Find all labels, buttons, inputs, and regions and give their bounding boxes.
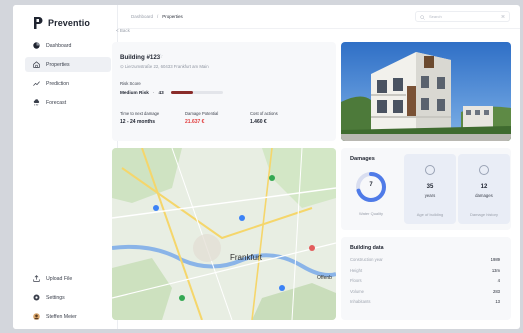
stat-label: Cost of actions: [250, 111, 278, 116]
logo-icon: [33, 16, 43, 30]
stat-value: 12 - 24 months: [120, 119, 156, 125]
stat-value: 1.460 €: [250, 119, 267, 125]
building-photo: [341, 42, 511, 141]
data-label: Height: [350, 267, 363, 273]
app-name: Preventio: [48, 18, 90, 28]
sidebar-item-label: Prediction: [46, 80, 70, 87]
damages-card: Damages 7 Water Quality 35 years Age of …: [341, 148, 511, 230]
stat-cost-of-actions: Cost of actions 1.460 €: [250, 111, 315, 125]
history-value: 12: [480, 184, 488, 190]
data-value: 1989: [490, 257, 500, 262]
sidebar-item-label: Forecast: [46, 99, 67, 106]
age-unit: years: [424, 193, 436, 198]
data-label: Floors: [350, 278, 362, 283]
building-data-list: Construction year 1989 Height 13m Floors…: [350, 257, 500, 310]
search-input[interactable]: Search ⌘: [415, 11, 510, 22]
data-value: 13m: [491, 267, 500, 273]
sidebar-item-label: Settings: [46, 294, 65, 301]
back-link[interactable]: < Back: [116, 28, 130, 33]
data-value: 13: [495, 299, 500, 304]
sidebar-item-prediction[interactable]: Prediction: [25, 76, 111, 91]
sidebar-item-upload-file[interactable]: Upload File: [25, 271, 111, 286]
sidebar-bottom: Upload File Settings Steffen Meier: [25, 271, 111, 328]
age-label: Age of building: [416, 212, 444, 217]
building-data-card: Building data Construction year 1989 Hei…: [341, 237, 511, 320]
sidebar-item-dashboard[interactable]: Dashboard: [25, 38, 111, 53]
building-stats: Time to next damage 12 - 24 months Damag…: [120, 111, 315, 125]
building-title: Building #123: [120, 54, 161, 61]
data-row-floors: Floors 4: [350, 278, 500, 289]
age-of-building-tile: 35 years Age of building: [404, 154, 456, 224]
sidebar-item-label: Upload File: [46, 275, 73, 282]
address-text: Lierzumstraße 22, 60433 Frankfurt am Mai…: [124, 64, 209, 69]
sidebar-item-user[interactable]: Steffen Meier: [25, 309, 111, 324]
risk-score-label: Risk Score: [120, 81, 141, 86]
trend-icon: [33, 80, 40, 87]
damages-title: Damages: [350, 156, 375, 162]
data-row-height: Height 13m: [350, 268, 500, 279]
risk-level: Medium Risk: [120, 90, 149, 95]
building-data-title: Building data: [350, 245, 384, 251]
water-quality-value: 7: [369, 182, 373, 188]
history-unit: damages: [475, 193, 493, 198]
search-icon: [420, 14, 425, 23]
damage-history-tile: 12 damages Damage history: [458, 154, 510, 224]
search-placeholder: Search: [429, 14, 442, 19]
stat-value: 21.637 €: [185, 119, 205, 125]
age-value: 35: [426, 184, 434, 190]
data-label: Construction year: [350, 257, 383, 262]
stat-label: Damage Potential: [185, 111, 219, 116]
stat-time-to-next-damage: Time to next damage 12 - 24 months: [120, 111, 185, 125]
history-icon: [479, 165, 489, 175]
search-shortcut: ⌘: [501, 14, 505, 19]
logo[interactable]: Preventio: [33, 16, 90, 30]
risk-score-row: Medium Risk · 43: [120, 90, 223, 95]
location-map[interactable]: Frankfurt Offenb: [112, 148, 336, 320]
breadcrumb-current: Properties: [162, 14, 183, 19]
user-name: Steffen Meier: [46, 313, 77, 320]
building-card: Building #123 ☆ ⊙ Lierzumstraße 22, 6043…: [112, 42, 336, 141]
location-pin-icon: ⊙: [120, 64, 124, 69]
risk-score-bar: [170, 91, 223, 94]
upload-icon: [33, 275, 40, 282]
risk-value: 43: [158, 90, 164, 95]
sidebar-item-properties[interactable]: Properties: [25, 57, 111, 72]
data-row-volume: Volume 283: [350, 289, 500, 300]
risk-score-bar-fill: [170, 91, 194, 94]
map-city-label: Frankfurt: [230, 253, 263, 262]
sidebar-nav: Dashboard Properties Prediction Forecast: [25, 38, 111, 114]
favorite-star-icon[interactable]: ☆: [158, 53, 163, 60]
building-address: ⊙ Lierzumstraße 22, 60433 Frankfurt am M…: [120, 64, 209, 70]
house-icon: [425, 165, 435, 175]
data-label: Volume: [350, 288, 364, 294]
risk-separator: ·: [152, 90, 155, 95]
history-label: Damage history: [469, 212, 498, 217]
breadcrumb-separator: /: [157, 14, 159, 19]
water-quality-label: Water Quality: [358, 211, 384, 216]
house-icon: [33, 61, 40, 68]
breadcrumb-dashboard[interactable]: Dashboard: [131, 14, 153, 19]
sidebar-item-label: Properties: [46, 61, 70, 68]
sidebar-item-forecast[interactable]: Forecast: [25, 95, 111, 110]
avatar: [33, 313, 40, 320]
data-value: 283: [493, 288, 500, 294]
sidebar-item-settings[interactable]: Settings: [25, 290, 111, 305]
stat-label: Time to next damage: [120, 111, 160, 116]
pie-chart-icon: [33, 42, 40, 49]
topbar: Dashboard / Properties Search ⌘: [118, 5, 520, 29]
stat-damage-potential: Damage Potential 21.637 €: [185, 111, 250, 125]
sidebar-item-label: Dashboard: [46, 42, 72, 49]
sidebar: Preventio Dashboard Properties Predictio…: [13, 5, 118, 329]
map-town-label: Offenb: [317, 275, 332, 281]
data-label: Inhabitants: [350, 299, 371, 304]
data-value: 4: [497, 278, 500, 283]
data-row-inhabitants: Inhabitants 13: [350, 299, 500, 310]
gear-icon: [33, 294, 40, 301]
data-row-construction-year: Construction year 1989: [350, 257, 500, 268]
breadcrumb: Dashboard / Properties: [131, 14, 183, 19]
cloud-rain-icon: [33, 99, 40, 106]
